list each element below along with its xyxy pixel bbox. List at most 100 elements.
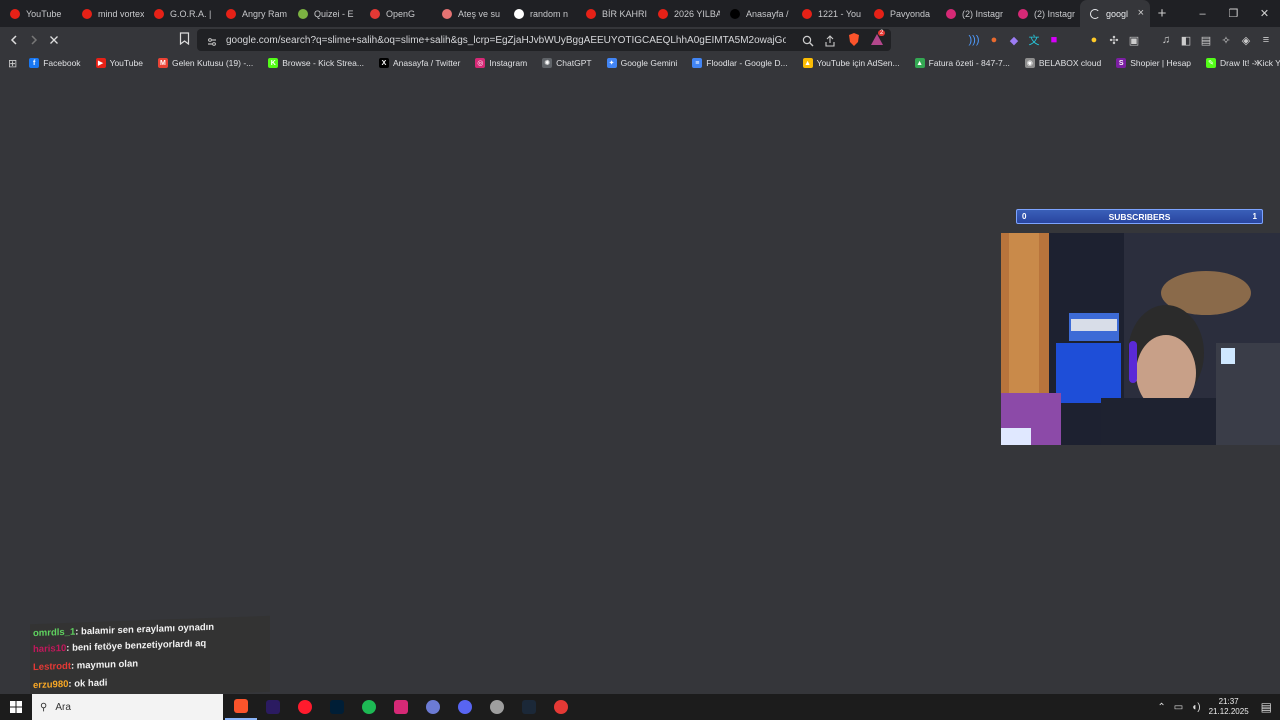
extensions-puzzle-icon[interactable]: ✣ bbox=[1106, 32, 1122, 48]
taskbar-app-brave[interactable] bbox=[225, 694, 257, 720]
tab-close-icon[interactable]: × bbox=[1138, 7, 1144, 19]
new-tab-button[interactable]: + bbox=[1150, 0, 1174, 27]
bookmark-favicon-icon: ▲ bbox=[914, 58, 925, 68]
extension-1-icon[interactable]: ))) bbox=[966, 32, 982, 48]
wallet-icon[interactable]: ▤ bbox=[1198, 32, 1214, 48]
tab-9[interactable]: 2026 YILBA bbox=[648, 0, 720, 27]
bookmarks-more-button[interactable]: » bbox=[1254, 57, 1260, 69]
tab-2[interactable]: G.O.R.A. | bbox=[144, 0, 216, 27]
tab-active[interactable]: googl × bbox=[1080, 0, 1150, 27]
bookmark-favicon-icon: ▲ bbox=[802, 58, 813, 68]
extension-5-icon[interactable]: ■ bbox=[1046, 32, 1062, 48]
tab-label: Ateş ve su bbox=[458, 8, 501, 19]
back-arrow-icon bbox=[10, 35, 17, 45]
forward-button[interactable] bbox=[24, 29, 44, 51]
tab-14[interactable]: (2) Instagr bbox=[1008, 0, 1080, 27]
taskbar-app-spotify[interactable] bbox=[353, 694, 385, 720]
taskbar-app-photoshop[interactable] bbox=[321, 694, 353, 720]
back-button[interactable] bbox=[4, 29, 24, 51]
bookmark-label: Instagram bbox=[489, 58, 528, 68]
extension-6-icon[interactable]: ● bbox=[1086, 32, 1102, 48]
tab-4[interactable]: Quizei - E bbox=[288, 0, 360, 27]
volume-icon[interactable]: ◖) bbox=[1191, 702, 1200, 713]
close-window-button[interactable]: ✕ bbox=[1249, 0, 1280, 27]
tab-favicon-icon bbox=[370, 8, 380, 19]
vpn-shield-icon[interactable]: ◈ bbox=[1238, 32, 1254, 48]
bookmark-item[interactable]: ✎Draw It! - Kick Yayın... bbox=[1206, 58, 1280, 68]
site-settings-icon[interactable] bbox=[207, 34, 217, 52]
minimize-button[interactable]: – bbox=[1187, 0, 1218, 27]
taskbar-apps bbox=[225, 694, 577, 720]
discord-icon bbox=[458, 700, 472, 714]
bookmark-item[interactable]: K Browse - Kick Strea... bbox=[268, 58, 364, 68]
brave-rewards-icon[interactable]: 2 bbox=[870, 30, 886, 52]
tab-8[interactable]: BİR KAHRI bbox=[576, 0, 648, 27]
tab-5[interactable]: OpenG bbox=[360, 0, 432, 27]
taskbar-app-obs[interactable] bbox=[417, 694, 449, 720]
media-control-icon[interactable]: ♫ bbox=[1158, 32, 1174, 48]
bookmark-favicon-icon: ✺ bbox=[542, 58, 553, 68]
tab-1[interactable]: mind vortex bbox=[72, 0, 144, 27]
notification-icon[interactable]: ▤ bbox=[1261, 700, 1272, 714]
taskbar-app-discord[interactable] bbox=[449, 694, 481, 720]
clock[interactable]: 21:37 21.12.2025 bbox=[1209, 697, 1249, 717]
bookmark-item[interactable]: ▲ Fatura özeti - 847-7... bbox=[914, 58, 1010, 68]
bookmark-item[interactable]: S Shopier | Hesap bbox=[1116, 58, 1191, 68]
bookmark-page-button[interactable] bbox=[179, 32, 190, 50]
apps-grid-icon[interactable]: ⊞ bbox=[8, 57, 17, 70]
tab-7[interactable]: random n bbox=[504, 0, 576, 27]
network-icon[interactable]: ▭ bbox=[1174, 702, 1183, 713]
bookmark-item[interactable]: ✦ Google Gemini bbox=[606, 58, 677, 68]
start-button[interactable] bbox=[0, 694, 32, 720]
obs-icon bbox=[426, 700, 440, 714]
bookmark-item[interactable]: M Gelen Kutusu (19) -... bbox=[157, 58, 253, 68]
extension-translate-icon[interactable]: 文 bbox=[1026, 32, 1042, 48]
bookmarks-bar: ⊞ f Facebook ▶ YouTube M Gelen Kutusu (19) -.… bbox=[0, 53, 1280, 73]
tab-12[interactable]: Pavyonda bbox=[864, 0, 936, 27]
bookmark-favicon-icon: ≡ bbox=[692, 58, 703, 68]
tab-11[interactable]: 1221 - You bbox=[792, 0, 864, 27]
bookmark-item[interactable]: ▲ YouTube için AdSen... bbox=[802, 58, 900, 68]
tray-expand-icon[interactable]: ⌃ bbox=[1157, 702, 1165, 713]
stop-button[interactable] bbox=[44, 29, 64, 51]
share-icon[interactable] bbox=[824, 34, 836, 52]
bookmark-item[interactable]: ◉ BELABOX cloud bbox=[1024, 58, 1101, 68]
bookmark-item[interactable]: ◎ Instagram bbox=[475, 58, 527, 68]
bookmark-item[interactable]: ▶ YouTube bbox=[95, 58, 143, 68]
tab-list: YouTube mind vortex G.O.R.A. | Angry Ram Qui… bbox=[0, 0, 1080, 27]
bookmark-label: Shopier | Hesap bbox=[1130, 58, 1192, 68]
bookmark-item[interactable]: ≡ Floodlar - Google D... bbox=[692, 58, 788, 68]
url-text: google.com/search?q=slime+salih&oq=slime… bbox=[226, 34, 786, 46]
tab-10[interactable]: Anasayfa / bbox=[720, 0, 792, 27]
bookmark-favicon-icon: ▶ bbox=[95, 58, 106, 68]
system-tray: ⌃ ▭ ◖) 21:37 21.12.2025 ▤ bbox=[1157, 694, 1280, 720]
taskbar-app-instagram[interactable] bbox=[385, 694, 417, 720]
extension-fox-icon[interactable]: ● bbox=[986, 32, 1002, 48]
taskbar-app-steam-overlay[interactable] bbox=[481, 694, 513, 720]
taskbar-app-steam[interactable] bbox=[513, 694, 545, 720]
bookmark-item[interactable]: f Facebook bbox=[29, 58, 81, 68]
taskbar-app-premiere[interactable] bbox=[257, 694, 289, 720]
extension-3-icon[interactable]: ◆ bbox=[1006, 32, 1022, 48]
brave-shields-icon[interactable] bbox=[847, 32, 861, 52]
sidebar-icon[interactable]: ◧ bbox=[1178, 32, 1194, 48]
zoom-icon[interactable] bbox=[802, 34, 814, 52]
taskbar-search[interactable]: ⚲ Ara bbox=[32, 694, 223, 720]
tab-3[interactable]: Angry Ram bbox=[216, 0, 288, 27]
capture-icon[interactable]: ▣ bbox=[1126, 32, 1142, 48]
webcam-image bbox=[1001, 233, 1280, 445]
tab-0[interactable]: YouTube bbox=[0, 0, 72, 27]
tab-6[interactable]: Ateş ve su bbox=[432, 0, 504, 27]
taskbar-app-acrobat[interactable] bbox=[545, 694, 577, 720]
opera-icon bbox=[298, 700, 312, 714]
bookmark-item[interactable]: X Anasayfa / Twitter bbox=[378, 58, 460, 68]
address-bar[interactable]: google.com/search?q=slime+salih&oq=slime… bbox=[197, 29, 891, 51]
leo-ai-icon[interactable]: ✧ bbox=[1218, 32, 1234, 48]
tab-favicon-icon bbox=[1018, 8, 1028, 19]
menu-icon[interactable]: ≡ bbox=[1258, 32, 1274, 48]
taskbar-app-opera[interactable] bbox=[289, 694, 321, 720]
bookmark-item[interactable]: ✺ ChatGPT bbox=[542, 58, 592, 68]
tab-13[interactable]: (2) Instagr bbox=[936, 0, 1008, 27]
steam-icon bbox=[522, 700, 536, 714]
restore-button[interactable]: ❐ bbox=[1218, 0, 1249, 27]
